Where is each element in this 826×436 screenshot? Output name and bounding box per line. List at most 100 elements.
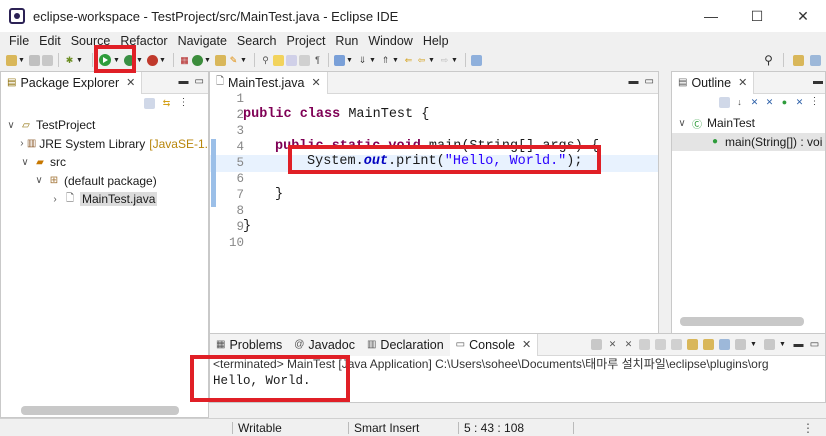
menu-project[interactable]: Project — [282, 34, 331, 48]
tree-item-default-package[interactable]: ∨ ⊞ (default package) — [1, 172, 208, 191]
status-menu-icon[interactable]: ⋮ — [802, 421, 814, 435]
open-console-icon[interactable] — [764, 339, 775, 350]
search-tool-icon[interactable]: ✎ — [228, 55, 239, 66]
display-dropdown-icon[interactable]: ▼ — [750, 339, 757, 350]
minimize-view-icon[interactable]: ▬ — [179, 76, 189, 87]
code-area[interactable]: 1 2 3 4 5 6 7 8 9 10 public class MainTe… — [210, 92, 658, 333]
sort-icon[interactable]: ↓ — [734, 97, 745, 108]
run-dropdown-icon[interactable]: ▼ — [113, 55, 120, 66]
prev-annotation-dropdown-icon[interactable]: ▼ — [392, 55, 399, 66]
mark-occurrences-icon[interactable] — [273, 54, 284, 66]
save-all-icon[interactable] — [42, 54, 53, 66]
open-type-icon[interactable] — [215, 54, 226, 66]
show-whitespace-icon[interactable]: ¶ — [312, 55, 323, 66]
maximize-view-icon[interactable]: ▭ — [195, 76, 204, 87]
coverage-icon[interactable] — [124, 54, 135, 66]
menu-edit[interactable]: Edit — [34, 34, 66, 48]
horizontal-scrollbar[interactable] — [680, 317, 804, 326]
menu-search[interactable]: Search — [232, 34, 282, 48]
menu-source[interactable]: Source — [66, 34, 116, 48]
expand-arrow-icon[interactable]: ∨ — [19, 157, 31, 168]
display-console-icon[interactable] — [735, 339, 746, 350]
open-task-icon[interactable] — [471, 54, 482, 66]
menu-run[interactable]: Run — [330, 34, 363, 48]
minimize-view-icon[interactable]: ▬ — [813, 76, 823, 87]
next-annotation-icon[interactable]: ⇓ — [357, 55, 368, 66]
perspective-java-icon[interactable] — [793, 54, 804, 66]
coverage-dropdown-icon[interactable]: ▼ — [136, 55, 143, 66]
hide-static-icon[interactable]: ✕ — [764, 97, 775, 108]
next-annotation-dropdown-icon[interactable]: ▼ — [369, 55, 376, 66]
tab-problems[interactable]: ▦ Problems — [210, 333, 289, 356]
collapse-arrow-icon[interactable]: › — [49, 194, 61, 205]
horizontal-scrollbar[interactable] — [21, 406, 179, 415]
collapse-all-icon[interactable] — [719, 96, 730, 108]
debug-icon[interactable]: ✱ — [64, 55, 75, 66]
console-output[interactable]: Hello, World. — [210, 373, 825, 389]
terminate-icon[interactable] — [591, 339, 602, 350]
pin-editor-icon[interactable] — [334, 54, 345, 66]
new-java-class-icon[interactable] — [192, 54, 203, 66]
tab-maintest-java[interactable]: 🗋 MainTest.java ✕ — [210, 71, 328, 94]
save-icon[interactable] — [29, 54, 40, 66]
back-icon[interactable]: ⇦ — [416, 55, 427, 66]
menu-file[interactable]: File — [4, 34, 34, 48]
maximize-button[interactable]: ☐ — [734, 0, 780, 32]
close-button[interactable]: ✕ — [780, 0, 826, 32]
tab-javadoc[interactable]: @ Javadoc — [288, 333, 361, 356]
hide-local-types-icon[interactable]: ✕ — [794, 97, 805, 108]
close-icon[interactable]: ✕ — [311, 76, 320, 89]
expand-arrow-icon[interactable]: ∨ — [676, 118, 688, 129]
view-menu-icon[interactable]: ⋮ — [809, 97, 820, 108]
show-on-error-icon[interactable] — [703, 339, 714, 350]
new-dropdown-icon[interactable]: ▼ — [18, 55, 25, 66]
remove-all-icon[interactable]: ✕ — [623, 339, 634, 350]
menu-navigate[interactable]: Navigate — [173, 34, 232, 48]
outline-item-method[interactable]: ● main(String[]) : voi — [672, 132, 825, 151]
new-icon[interactable] — [6, 54, 17, 66]
perspective-debug-icon[interactable] — [810, 54, 821, 66]
scroll-lock-icon[interactable] — [655, 339, 666, 350]
expand-arrow-icon[interactable]: ∨ — [5, 120, 17, 131]
show-on-output-icon[interactable] — [687, 339, 698, 350]
forward-dropdown-icon[interactable]: ▼ — [451, 55, 458, 66]
close-icon[interactable]: ✕ — [738, 76, 747, 89]
collapse-arrow-icon[interactable]: › — [19, 138, 25, 149]
hide-non-public-icon[interactable]: ● — [779, 97, 790, 108]
new-java-project-icon[interactable]: ▦ — [179, 55, 190, 66]
word-wrap-icon[interactable] — [299, 54, 310, 66]
tree-item-src[interactable]: ∨ ▰ src — [1, 153, 208, 172]
menu-refactor[interactable]: Refactor — [115, 34, 172, 48]
last-edit-location-icon[interactable]: ⇐ — [403, 55, 414, 66]
pin-console-icon[interactable] — [719, 339, 730, 350]
outline-item-class[interactable]: ∨ Ⓒ MainTest — [672, 114, 825, 133]
tab-package-explorer[interactable]: ▤ Package Explorer ✕ — [1, 71, 143, 94]
link-with-editor-icon[interactable]: ⇆ — [161, 98, 172, 109]
word-wrap-icon[interactable] — [671, 339, 682, 350]
maximize-view-icon[interactable]: ▭ — [809, 339, 820, 350]
open-console-dropdown-icon[interactable]: ▼ — [779, 339, 786, 350]
clear-console-icon[interactable] — [639, 339, 650, 350]
close-icon[interactable]: ✕ — [126, 76, 135, 89]
minimize-view-icon[interactable]: ▬ — [793, 339, 804, 350]
tree-item-jre-library[interactable]: › ▥ JRE System Library [JavaSE-1. — [1, 135, 208, 154]
view-menu-icon[interactable]: ⋮ — [178, 98, 189, 109]
back-dropdown-icon[interactable]: ▼ — [428, 55, 435, 66]
pin-dropdown-icon[interactable]: ▼ — [346, 55, 353, 66]
search-icon[interactable]: ⚲ — [763, 54, 774, 66]
tab-declaration[interactable]: ▥ Declaration — [360, 333, 450, 356]
menu-window[interactable]: Window — [363, 34, 417, 48]
status-insert-mode[interactable]: Smart Insert — [354, 421, 419, 435]
external-tools-icon[interactable] — [147, 54, 158, 66]
new-class-dropdown-icon[interactable]: ▼ — [204, 55, 211, 66]
external-tools-dropdown-icon[interactable]: ▼ — [159, 55, 166, 66]
maximize-view-icon[interactable]: ▭ — [645, 76, 654, 87]
prev-annotation-icon[interactable]: ⇑ — [380, 55, 391, 66]
collapse-all-icon[interactable] — [144, 97, 155, 109]
hide-fields-icon[interactable]: ✕ — [749, 97, 760, 108]
search-dropdown-icon[interactable]: ▼ — [240, 55, 247, 66]
close-icon[interactable]: ✕ — [522, 338, 531, 351]
block-selection-icon[interactable] — [286, 54, 297, 66]
minimize-view-icon[interactable]: ▬ — [629, 76, 639, 87]
debug-dropdown-icon[interactable]: ▼ — [76, 55, 83, 66]
